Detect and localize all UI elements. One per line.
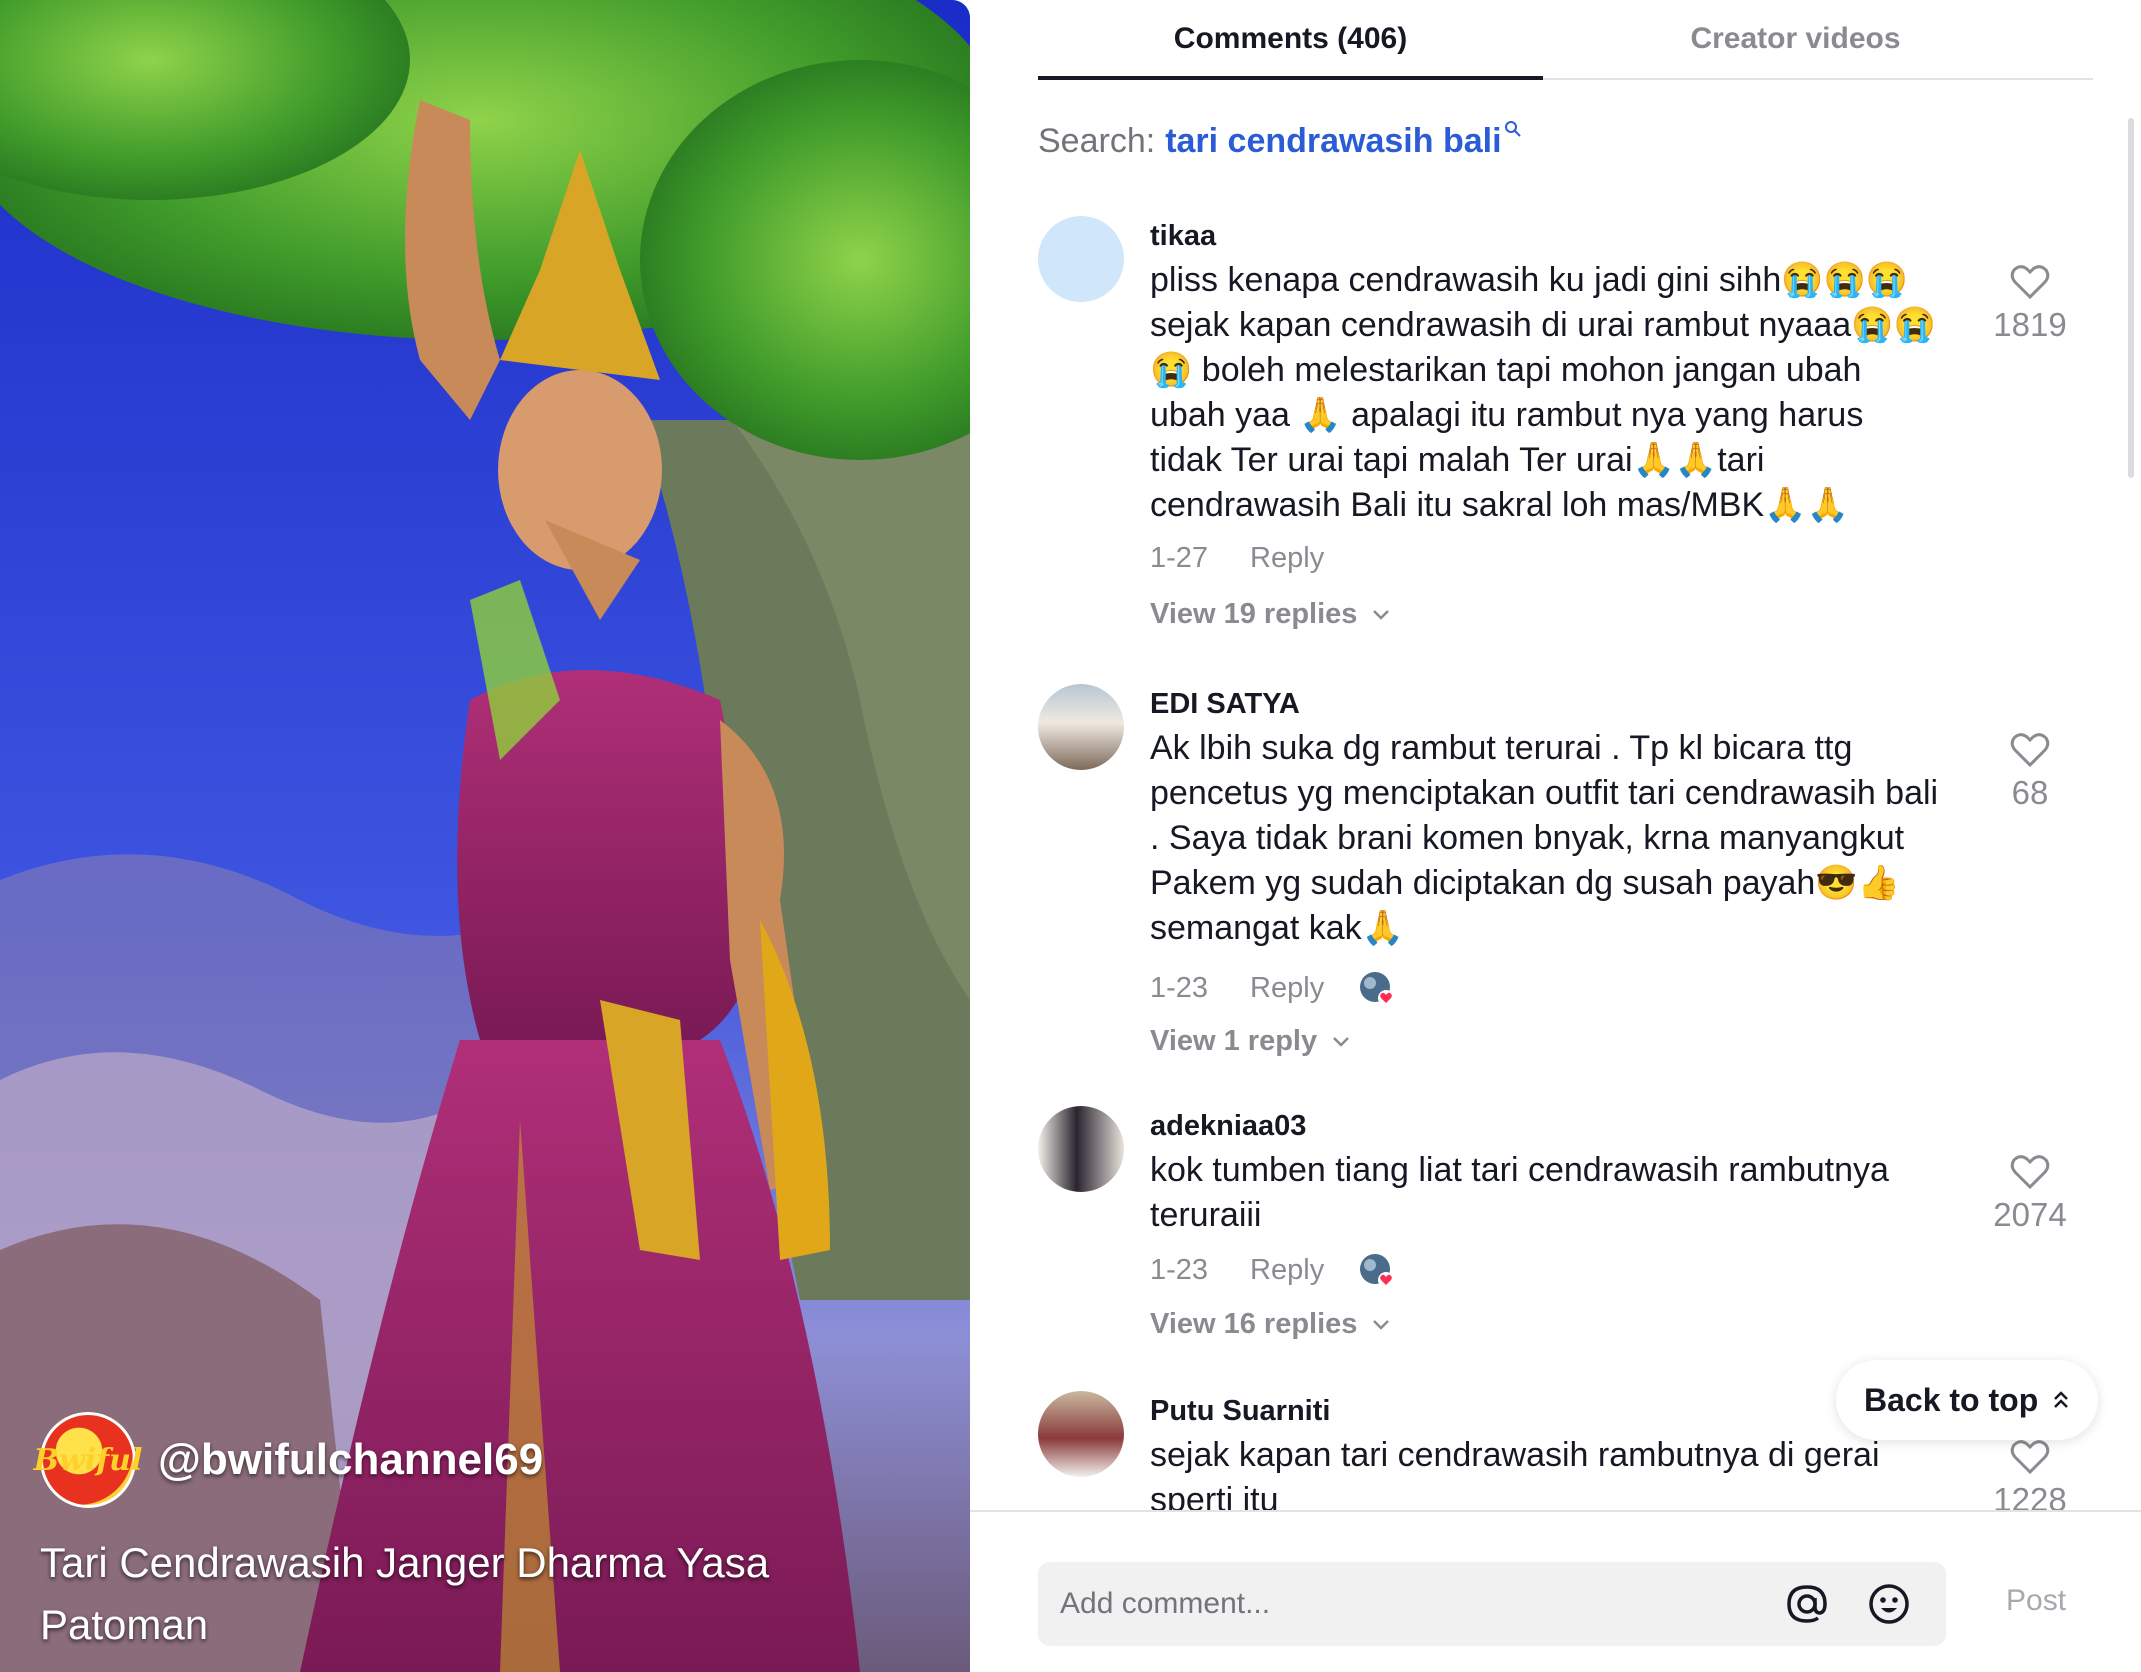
comments-scrollbar[interactable]	[2128, 118, 2134, 478]
like-count: 1819	[1993, 306, 2067, 343]
back-to-top-button[interactable]: Back to top	[1836, 1360, 2099, 1440]
search-term-link[interactable]: tari cendrawasih bali	[1165, 122, 1501, 161]
comment-username[interactable]: Putu Suarniti	[1150, 1395, 1330, 1428]
tab-creator-videos[interactable]: Creator videos	[1543, 0, 2048, 78]
avatar[interactable]	[1038, 684, 1124, 770]
comment-meta: 1-23 Reply	[1150, 970, 1395, 1006]
reply-button[interactable]: Reply	[1250, 542, 1324, 575]
chevron-down-icon	[1373, 609, 1390, 620]
comment-meta: 1-27 Reply	[1150, 542, 1324, 575]
view-replies-label: View 1 reply	[1150, 1025, 1318, 1057]
like-button[interactable]: 68	[1985, 732, 2075, 812]
comment-item: EDI SATYA Ak lbih suka dg rambut terurai…	[1038, 668, 2093, 1088]
panel-tabs: Comments (406) Creator videos	[1038, 0, 2093, 80]
post-button[interactable]: Post	[2006, 1584, 2066, 1618]
search-label: Search:	[1038, 122, 1156, 160]
avatar[interactable]	[1038, 216, 1124, 302]
view-replies-label: View 19 replies	[1150, 598, 1358, 630]
chevron-down-icon	[1373, 1319, 1390, 1330]
comment-text: kok tumben tiang liat tari cendrawasih r…	[1150, 1151, 1889, 1234]
comment-date: 1-27	[1150, 542, 1209, 574]
view-replies-button[interactable]: View 19 replies	[1150, 598, 1391, 631]
like-button[interactable]: 1819	[1985, 264, 2075, 344]
heart-icon	[2010, 265, 2050, 300]
comment-text: Ak lbih suka dg rambut terurai . Tp kl b…	[1150, 729, 1939, 947]
comments-panel: Comments (406) Creator videos Search: ta…	[970, 0, 2141, 1672]
chevron-down-icon	[1333, 1036, 1350, 1047]
like-count: 68	[2011, 774, 2049, 811]
comment-meta: 1-23 Reply	[1150, 1252, 1395, 1288]
comment-username[interactable]: tikaa	[1150, 220, 1216, 253]
reply-button[interactable]: Reply	[1250, 972, 1324, 1005]
reply-button[interactable]: Reply	[1250, 1254, 1324, 1287]
emoji-icon[interactable]	[1864, 1579, 1914, 1629]
video-title: Tari Cendrawasih Janger Dharma Yasa Pato…	[40, 1539, 770, 1648]
double-chevron-up-icon	[2054, 1391, 2069, 1408]
back-to-top-label: Back to top	[1864, 1381, 2039, 1418]
view-replies-button[interactable]: View 16 replies	[1150, 1308, 1391, 1341]
like-count: 1228	[1993, 1481, 2067, 1510]
view-replies-button[interactable]: View 1 reply	[1150, 1025, 1351, 1058]
creator-liked-icon	[1358, 970, 1395, 1006]
search-icon	[1504, 120, 1522, 144]
comment-text: pliss kenapa cendrawasih ku jadi gini si…	[1150, 261, 1936, 524]
search-suggestion[interactable]: Search: tari cendrawasih bali	[1038, 120, 1522, 161]
video-player[interactable]: Bwiful @bwifulchannel69 Tari Cendrawasih…	[0, 0, 970, 1672]
like-button[interactable]: 1228	[1985, 1439, 2075, 1510]
creator-liked-icon	[1358, 1252, 1395, 1288]
comment-item: tikaa pliss kenapa cendrawasih ku jadi g…	[1038, 200, 2093, 650]
author-handle[interactable]: @bwifulchannel69	[158, 1435, 543, 1485]
composer-divider	[970, 1510, 2141, 1512]
mention-icon[interactable]	[1782, 1579, 1832, 1629]
author-avatar[interactable]: Bwiful	[34, 1412, 142, 1508]
heart-icon	[2010, 1440, 2050, 1475]
heart-icon	[2010, 733, 2050, 768]
heart-icon	[2010, 1155, 2050, 1190]
video-author[interactable]: Bwiful @bwifulchannel69	[34, 1412, 543, 1508]
comment-text: sejak kapan tari cendrawasih rambutnya d…	[1150, 1436, 1880, 1510]
avatar[interactable]	[1038, 1391, 1124, 1477]
tab-comments[interactable]: Comments (406)	[1038, 0, 1543, 80]
comment-input[interactable]: Add comment...	[1060, 1587, 1782, 1621]
comment-list: tikaa pliss kenapa cendrawasih ku jadi g…	[1038, 200, 2093, 1510]
avatar[interactable]	[1038, 1106, 1124, 1192]
comment-composer[interactable]: Add comment...	[1038, 1562, 1946, 1646]
view-replies-label: View 16 replies	[1150, 1308, 1358, 1340]
like-count: 2074	[1993, 1196, 2067, 1233]
comment-date: 1-23	[1150, 971, 1209, 1004]
comment-date: 1-23	[1150, 1253, 1209, 1286]
comment-username[interactable]: EDI SATYA	[1150, 688, 1300, 721]
like-button[interactable]: 2074	[1985, 1154, 2075, 1234]
comment-username[interactable]: adekniaa03	[1150, 1110, 1306, 1143]
author-avatar-logo-text: Bwiful	[33, 1442, 143, 1478]
